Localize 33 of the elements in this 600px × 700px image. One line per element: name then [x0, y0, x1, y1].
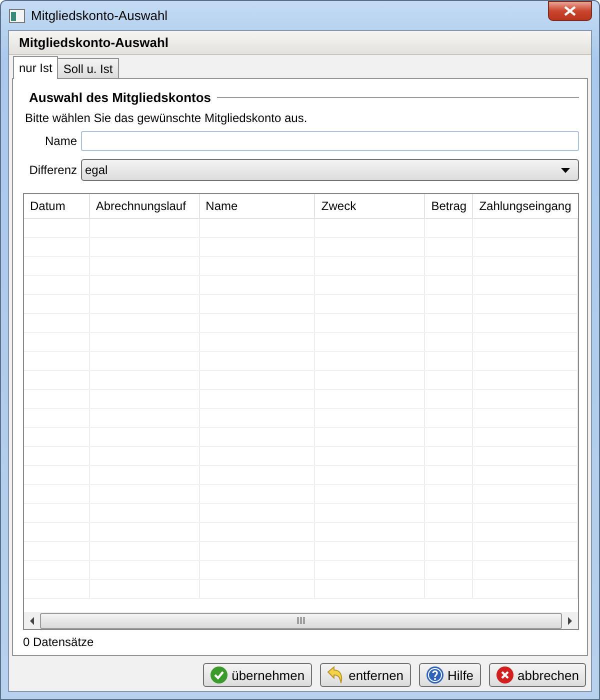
- window-icon: [9, 8, 25, 22]
- scroll-right-icon[interactable]: [566, 616, 574, 624]
- column-header[interactable]: Abrechnungslauf: [90, 194, 200, 218]
- panel-title: Mitgliedskonto-Auswahl: [19, 35, 168, 50]
- undo-arrow-icon: [326, 666, 345, 684]
- column-header[interactable]: Zahlungseingang: [473, 194, 578, 218]
- field-label: Name: [44, 134, 77, 148]
- scroll-left-icon[interactable]: [28, 616, 36, 624]
- ok-button[interactable]: übernehmen: [202, 663, 312, 687]
- instruction-text: Bitte wählen Sie das gewünschte Mitgliedskonto aus.: [25, 111, 308, 125]
- column-header[interactable]: Zweck: [315, 194, 426, 218]
- close-icon: [564, 6, 576, 16]
- tab[interactable]: Soll u. Ist: [57, 58, 119, 78]
- record-count: 0 Datensätze: [23, 635, 95, 649]
- remove-button[interactable]: entfernen: [320, 663, 411, 687]
- window-title: Mitgliedskonto-Auswahl: [31, 8, 169, 23]
- column-header[interactable]: Name: [200, 194, 316, 218]
- help-button[interactable]: Hilfe: [418, 663, 481, 687]
- dropdown[interactable]: egal: [81, 159, 579, 181]
- dropdown-arrow-icon: [561, 168, 570, 172]
- cancel-icon: [496, 666, 514, 684]
- help-icon: [426, 666, 444, 684]
- column-header[interactable]: Datum: [24, 194, 90, 218]
- check-icon: [210, 666, 228, 684]
- cancel-button[interactable]: abbrechen: [488, 663, 586, 687]
- horizontal-scrollbar[interactable]: [24, 612, 578, 629]
- group-title: Auswahl des Mitgliedskontos: [29, 90, 212, 105]
- tab[interactable]: nur Ist: [13, 56, 58, 79]
- close-button[interactable]: [548, 1, 592, 21]
- field-label: Differenz: [28, 163, 77, 177]
- grip-icon: [297, 617, 305, 624]
- name-field[interactable]: [81, 131, 579, 151]
- column-header[interactable]: Betrag: [425, 194, 474, 218]
